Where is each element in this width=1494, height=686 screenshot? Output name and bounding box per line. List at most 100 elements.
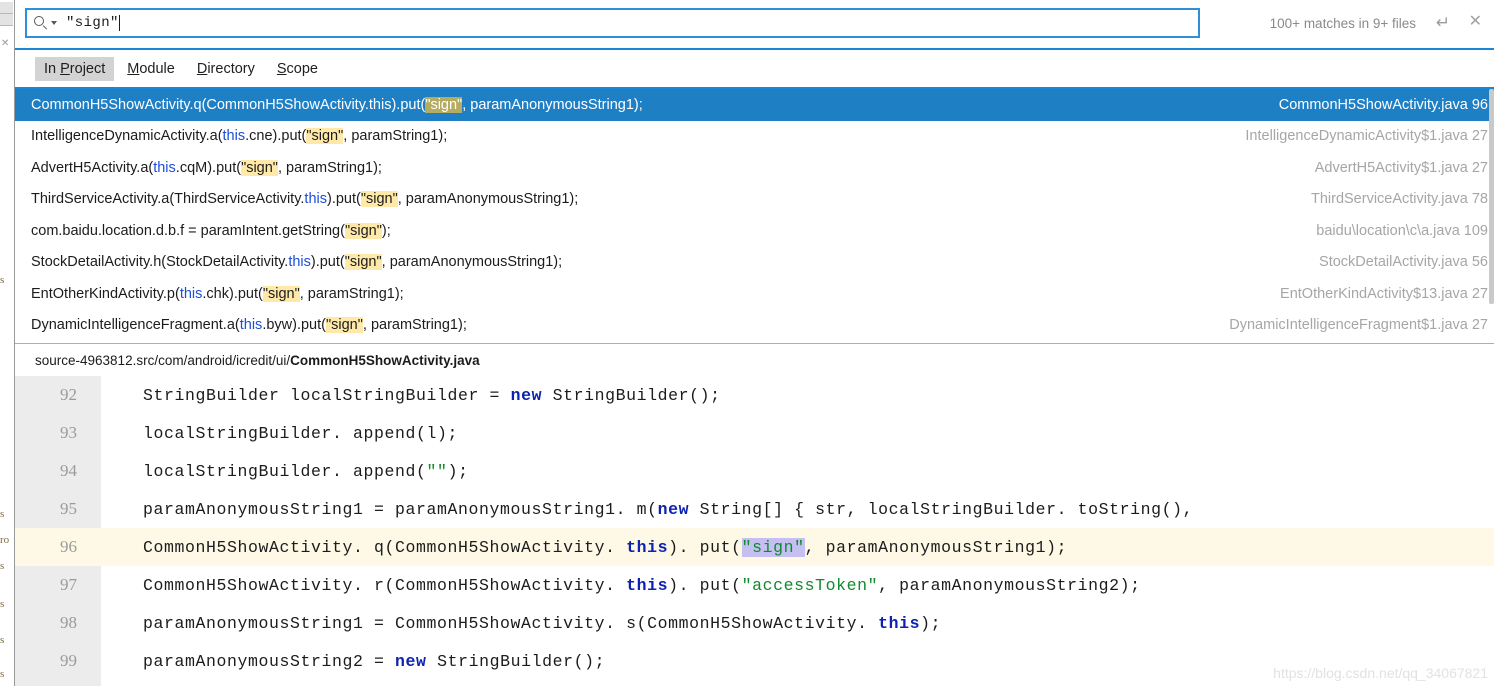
result-row[interactable]: com.baidu.location.d.b.f = paramIntent.g…	[15, 215, 1494, 247]
result-row[interactable]: AdvertH5Activity.a(this.cqM).put("sign",…	[15, 152, 1494, 184]
code-token: ″accessToken″	[741, 575, 879, 595]
code-token: com.baidu.location.d.b.f = paramIntent.g…	[31, 222, 345, 239]
code-line[interactable]: 92 StringBuilder localStringBuilder = new…	[15, 376, 1494, 414]
line-number: 97	[60, 575, 77, 594]
results-scrollbar[interactable]	[1489, 89, 1494, 343]
line-number: 93	[60, 423, 77, 442]
code-line[interactable]: 94 localStringBuilder. append(″″);	[15, 452, 1494, 490]
scope-tab-module[interactable]: Module	[118, 57, 184, 81]
code-line-text: paramAnonymousString1 = paramAnonymousSt…	[101, 500, 1193, 519]
code-token: IntelligenceDynamicActivity.a(	[31, 128, 223, 145]
code-token: ).put(	[327, 191, 361, 208]
search-results-list[interactable]: CommonH5ShowActivity.q(CommonH5ShowActiv…	[15, 89, 1494, 343]
breadcrumb-file: CommonH5ShowActivity.java	[290, 352, 480, 368]
result-file-label: StockDetailActivity.java 56	[1319, 254, 1488, 271]
code-token: , paramString1);	[362, 317, 467, 334]
scope-tab-directory[interactable]: Directory	[188, 57, 264, 81]
code-token: );	[381, 222, 391, 239]
code-line[interactable]: 98 paramAnonymousString1 = CommonH5ShowAc…	[15, 604, 1494, 642]
code-token: localStringBuilder. append(l);	[143, 423, 459, 443]
code-line[interactable]: 97 CommonH5ShowActivity. r(CommonH5ShowAc…	[15, 566, 1494, 604]
code-token: , paramString1);	[277, 159, 382, 176]
match-highlight: "sign"	[360, 191, 398, 208]
match-count-label: 100+ matches in 9+ files	[1269, 16, 1416, 31]
result-file-label: AdvertH5Activity$1.java 27	[1314, 159, 1488, 176]
code-lines: 92 StringBuilder localStringBuilder = new…	[15, 376, 1494, 680]
match-highlight: "sign"	[425, 96, 463, 113]
code-line-text: localStringBuilder. append(″″);	[101, 462, 469, 481]
code-token: , paramAnonymousString1);	[462, 96, 643, 113]
code-line-text: CommonH5ShowActivity. r(CommonH5ShowActi…	[101, 576, 1141, 595]
code-token: StockDetailActivity.h(StockDetailActivit…	[31, 254, 289, 271]
code-line-text: paramAnonymousString2 = new StringBuilde…	[101, 652, 605, 671]
line-number: 98	[60, 613, 77, 632]
code-token: this	[304, 191, 327, 208]
code-preview[interactable]: 92 StringBuilder localStringBuilder = new…	[15, 376, 1494, 686]
code-line[interactable]: 99 paramAnonymousString2 = new StringBuil…	[15, 642, 1494, 680]
result-code-snippet: IntelligenceDynamicActivity.a(this.cne).…	[31, 128, 448, 145]
code-token: DynamicIntelligenceFragment.a(	[31, 317, 240, 334]
code-token: );	[920, 613, 942, 633]
chevron-down-icon[interactable]	[51, 21, 57, 25]
code-token: localStringBuilder. append(	[143, 461, 427, 481]
search-input-value: ″sign″	[66, 15, 119, 31]
code-token: , paramAnonymousString1);	[381, 254, 563, 271]
code-line-current[interactable]: 96 CommonH5ShowActivity. q(CommonH5ShowAc…	[15, 528, 1494, 566]
search-bar: ″sign″ 100+ matches in 9+ files ↵ ✕	[15, 0, 1494, 50]
code-token: , paramAnonymousString1);	[397, 191, 579, 208]
code-token: , paramAnonymousString2);	[878, 575, 1141, 595]
line-number: 99	[60, 651, 77, 670]
line-number: 96	[15, 537, 101, 557]
code-token: .cqM).put(	[175, 159, 242, 176]
code-token: AdvertH5Activity.a(	[31, 159, 154, 176]
result-code-snippet: AdvertH5Activity.a(this.cqM).put("sign",…	[31, 159, 382, 176]
result-row[interactable]: ThirdServiceActivity.a(ThirdServiceActiv…	[15, 184, 1494, 216]
code-token: .chk).put(	[202, 285, 263, 302]
result-row[interactable]: DynamicIntelligenceFragment.a(this.byw).…	[15, 310, 1494, 342]
code-token: new	[395, 651, 427, 671]
scope-tab-scope[interactable]: Scope	[268, 57, 327, 81]
code-line-text: CommonH5ShowActivity. q(CommonH5ShowActi…	[101, 537, 1067, 557]
code-token: EntOtherKindActivity.p(	[31, 285, 180, 302]
match-highlight: "sign"	[344, 222, 382, 239]
code-token: , paramString1);	[299, 285, 404, 302]
code-line[interactable]: 93 localStringBuilder. append(l);	[15, 414, 1494, 452]
result-row[interactable]: EntOtherKindActivity.p(this.chk).put("si…	[15, 278, 1494, 310]
result-code-snippet: CommonH5ShowActivity.q(CommonH5ShowActiv…	[31, 96, 643, 113]
result-row[interactable]: CommonH5ShowActivity.q(CommonH5ShowActiv…	[15, 89, 1494, 121]
code-line[interactable]: 95 paramAnonymousString1 = paramAnonymous…	[15, 490, 1494, 528]
match-highlight: "sign"	[344, 254, 382, 271]
result-code-snippet: com.baidu.location.d.b.f = paramIntent.g…	[31, 222, 391, 239]
code-token: ). put(	[668, 575, 742, 595]
search-input[interactable]: ″sign″	[25, 8, 1200, 38]
scope-tab-post: irectory	[207, 60, 255, 77]
close-icon[interactable]: ✕	[1469, 14, 1482, 30]
scope-tab-mnemonic: D	[196, 60, 208, 77]
code-token: paramAnonymousString1 = CommonH5ShowActi…	[143, 613, 879, 633]
code-token: StringBuilder localStringBuilder =	[143, 385, 511, 405]
code-token: this	[626, 575, 669, 595]
code-token: paramAnonymousString2 =	[143, 651, 396, 671]
scope-tab-in-project[interactable]: In Project	[35, 56, 115, 81]
code-token: , paramString1);	[343, 128, 448, 145]
result-row[interactable]: StockDetailActivity.h(StockDetailActivit…	[15, 247, 1494, 279]
code-token: this	[179, 285, 203, 302]
scope-tab-post: odule	[139, 60, 175, 77]
code-token: StringBuilder();	[542, 385, 721, 405]
code-token: StringBuilder();	[426, 651, 606, 671]
result-file-label: CommonH5ShowActivity.java 96	[1278, 96, 1488, 113]
scope-tab-pre: In	[44, 60, 61, 77]
result-file-label: DynamicIntelligenceFragment$1.java 27	[1229, 317, 1488, 334]
code-token: );	[447, 461, 469, 481]
search-everywhere-window: ✕ s s ro s s s s ″sign″ 100+ matches in …	[0, 0, 1494, 686]
scope-tab-bar: In Project Module Directory Scope	[15, 50, 1494, 89]
code-token: this	[288, 254, 311, 271]
results-scrollbar-thumb[interactable]	[1489, 89, 1494, 304]
code-token: paramAnonymousString1 = paramAnonymousSt…	[143, 499, 658, 519]
line-number: 94	[60, 461, 77, 480]
result-row[interactable]: IntelligenceDynamicActivity.a(this.cne).…	[15, 121, 1494, 153]
background-close-icon: ✕	[1, 38, 10, 49]
scope-tab-post: roject	[69, 60, 106, 77]
enter-arrow-icon[interactable]: ↵	[1436, 14, 1450, 31]
code-line-text: localStringBuilder. append(l);	[101, 424, 458, 443]
